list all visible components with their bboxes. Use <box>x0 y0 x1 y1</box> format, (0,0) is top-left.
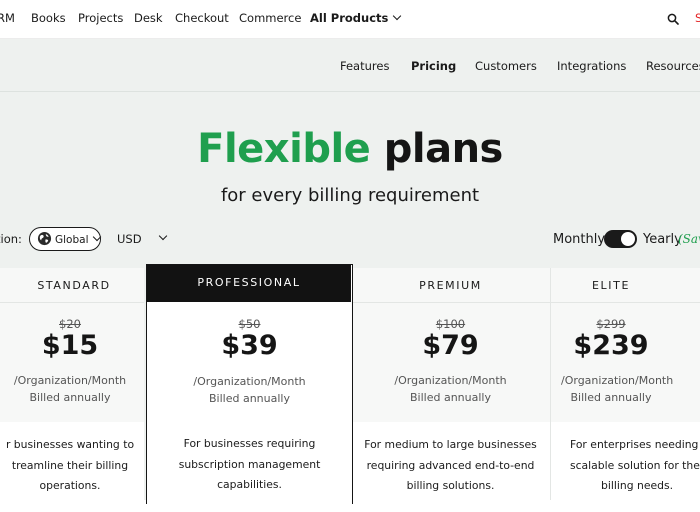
description-line: capabilities. <box>217 478 282 491</box>
page-title: Flexible plans <box>0 126 700 172</box>
original-price: $100 <box>435 317 466 331</box>
original-price: $50 <box>238 317 261 331</box>
plan-description-area: For medium to large businesses requiring… <box>351 422 550 512</box>
plan-description-area: For enterprises needing a cu scalable so… <box>551 422 700 512</box>
nav-item-all-products[interactable]: All Products <box>310 11 402 25</box>
description-line: billing solutions. <box>406 479 495 492</box>
toggle-knob <box>621 232 635 246</box>
plan-description: For enterprises needing a cu scalable so… <box>570 435 700 497</box>
plan-name: STANDARD <box>37 279 111 292</box>
nav-item-commerce[interactable]: Commerce <box>239 11 301 25</box>
nav-item-projects[interactable]: Projects <box>78 11 123 25</box>
plan-description: For businesses requiring subscription ma… <box>147 434 352 496</box>
original-price: $20 <box>59 317 81 331</box>
plan-card-header: ELITE <box>551 268 700 303</box>
sign-in-link[interactable]: S <box>695 11 700 25</box>
region-label: tion: <box>0 232 22 246</box>
nav-item-checkout[interactable]: Checkout <box>175 11 229 25</box>
plan-description-area: r businesses wanting to treamline their … <box>0 422 144 512</box>
price-unit: /Organization/Month <box>193 375 306 388</box>
description-line: subscription management <box>178 457 321 471</box>
subnav-pricing[interactable]: Pricing <box>411 59 456 73</box>
plan-card-header: STANDARD <box>0 268 144 303</box>
subnav-divider <box>0 91 700 92</box>
nav-item-books[interactable]: Books <box>31 11 66 25</box>
plan-description: r businesses wanting to treamline their … <box>0 435 144 497</box>
region-value: Global <box>55 234 89 246</box>
yearly-savings-tag: (Sav <box>678 232 700 246</box>
plan-card-premium: PREMIUM $100 $79 /Organization/Month Bil… <box>351 268 550 512</box>
plan-name: PREMIUM <box>419 279 482 292</box>
description-line: requiring advanced end-to-end <box>366 458 535 472</box>
billing-note: Billed annually <box>209 392 290 405</box>
subnav-resources[interactable]: Resources <box>646 59 700 73</box>
subnav-integrations[interactable]: Integrations <box>557 59 626 73</box>
globe-icon <box>37 231 52 246</box>
description-line: For medium to large businesses <box>364 438 537 451</box>
description-line: operations. <box>39 479 101 492</box>
page-subtitle: for every billing requirement <box>220 185 480 206</box>
description-line: treamline their billing <box>11 458 129 472</box>
plan-description-area: For businesses requiring subscription ma… <box>147 421 352 511</box>
title-rest: plans <box>383 126 504 172</box>
featured-plan-header: PROFESSIONAL <box>147 265 351 302</box>
plan-name: PROFESSIONAL <box>197 276 301 289</box>
top-navigation-bar: RM Books Projects Desk Checkout Commerce… <box>0 0 700 39</box>
description-line: scalable solution for their co <box>570 458 700 472</box>
plan-price: $239 <box>573 330 649 361</box>
description-line: For enterprises needing a cu <box>570 438 700 451</box>
price-unit: /Organization/Month <box>561 374 674 387</box>
plan-card-header: PREMIUM <box>351 268 550 303</box>
chevron-down-icon <box>393 11 402 21</box>
price-unit: /Organization/Month <box>13 374 127 387</box>
plan-price: $79 <box>422 330 479 361</box>
all-products-label: All Products <box>310 11 389 25</box>
plan-name: ELITE <box>592 279 630 292</box>
plan-card-professional: PROFESSIONAL $50 $39 /Organization/Month… <box>146 264 353 511</box>
plan-description: For medium to large businesses requiring… <box>351 435 550 497</box>
title-highlight: Flexible <box>197 126 371 172</box>
billing-note: Billed annually <box>410 391 491 404</box>
description-line: r businesses wanting to <box>5 438 135 451</box>
description-line: For businesses requiring <box>183 437 316 450</box>
plan-price: $15 <box>41 330 99 361</box>
nav-item-crm[interactable]: RM <box>0 11 15 25</box>
subnav-features[interactable]: Features <box>340 59 389 73</box>
description-line: billing needs. <box>601 479 674 492</box>
billing-note: Billed annually <box>29 391 111 404</box>
price-unit: /Organization/Month <box>394 374 507 387</box>
search-icon[interactable] <box>667 13 679 25</box>
nav-item-desk[interactable]: Desk <box>134 11 163 25</box>
original-price: $299 <box>596 317 626 331</box>
subnav-customers[interactable]: Customers <box>475 59 537 73</box>
billing-yearly-label[interactable]: Yearly <box>643 232 682 247</box>
plan-card-elite: ELITE $299 $239 /Organization/Month Bill… <box>551 268 700 512</box>
billing-note: Billed annually <box>570 391 652 404</box>
billing-monthly-label[interactable]: Monthly <box>553 232 605 247</box>
plan-price: $39 <box>221 330 278 361</box>
column-divider <box>550 268 551 500</box>
plan-card-standard: STANDARD $20 $15 /Organization/Month Bil… <box>0 268 144 512</box>
currency-select[interactable]: USD <box>117 232 142 246</box>
